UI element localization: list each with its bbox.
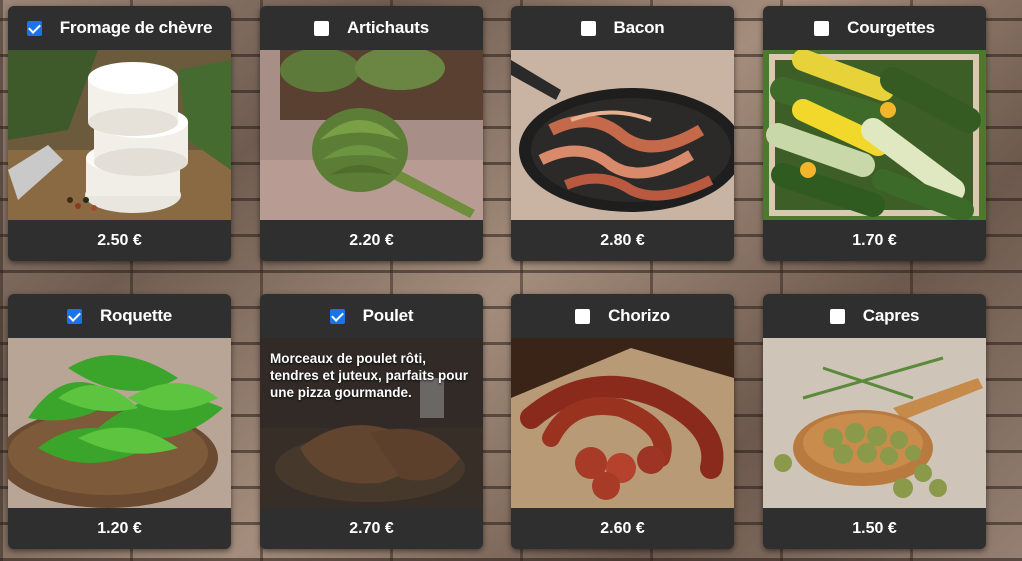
capers-photo — [763, 338, 986, 508]
select-checkbox[interactable] — [814, 20, 830, 36]
chorizo-photo — [511, 338, 734, 508]
product-card-chorizo[interactable]: Chorizo 2.60 € — [511, 294, 734, 549]
card-header: Artichauts — [260, 6, 483, 50]
chicken-photo: Morceaux de poulet rôti, tendres et jute… — [260, 338, 483, 508]
select-checkbox[interactable] — [329, 308, 345, 324]
card-header: Courgettes — [763, 6, 986, 50]
product-name: Poulet — [362, 306, 414, 325]
product-card-courgettes[interactable]: Courgettes 1.70 € — [763, 6, 986, 261]
card-header: Roquette — [8, 294, 231, 338]
product-card-capres[interactable]: Capres 1.50 € — [763, 294, 986, 549]
select-checkbox[interactable] — [26, 20, 42, 36]
product-price: 1.50 € — [852, 519, 897, 537]
product-description: Morceaux de poulet rôti, tendres et jute… — [270, 351, 469, 400]
product-card-fromage[interactable]: Fromage de chèvre 2.50 € — [8, 6, 231, 261]
product-price: 2.70 € — [349, 519, 394, 537]
product-name: Artichauts — [346, 18, 430, 37]
zucchini-photo — [763, 50, 986, 220]
product-price: 2.60 € — [600, 519, 645, 537]
product-price: 1.20 € — [97, 519, 142, 537]
product-price: 2.50 € — [97, 231, 142, 249]
card-header: Poulet — [260, 294, 483, 338]
product-card-bacon[interactable]: Bacon 2.80 € — [511, 6, 734, 261]
product-name: Roquette — [99, 306, 173, 325]
product-price: 1.70 € — [852, 231, 897, 249]
select-checkbox[interactable] — [66, 308, 82, 324]
artichoke-photo — [260, 50, 483, 220]
card-header: Chorizo — [511, 294, 734, 338]
product-name: Courgettes — [847, 18, 935, 37]
card-header: Capres — [763, 294, 986, 338]
product-name: Capres — [862, 306, 920, 325]
product-price: 2.20 € — [349, 231, 394, 249]
product-price: 2.80 € — [600, 231, 645, 249]
card-header: Bacon — [511, 6, 734, 50]
select-checkbox[interactable] — [575, 308, 591, 324]
bacon-photo — [511, 50, 734, 220]
select-checkbox[interactable] — [829, 308, 845, 324]
product-name: Fromage de chèvre — [59, 18, 213, 37]
product-card-roquette[interactable]: Roquette 1.20 € — [8, 294, 231, 549]
product-name: Chorizo — [608, 306, 670, 325]
select-checkbox[interactable] — [313, 20, 329, 36]
goat-cheese-photo — [8, 50, 231, 220]
product-card-artichauts[interactable]: Artichauts 2.20 € — [260, 6, 483, 261]
select-checkbox[interactable] — [580, 20, 596, 36]
card-header: Fromage de chèvre — [8, 6, 231, 50]
arugula-photo — [8, 338, 231, 508]
product-name: Bacon — [613, 18, 665, 37]
product-card-poulet[interactable]: Poulet Morceaux de poulet rôti, tendres … — [260, 294, 483, 549]
